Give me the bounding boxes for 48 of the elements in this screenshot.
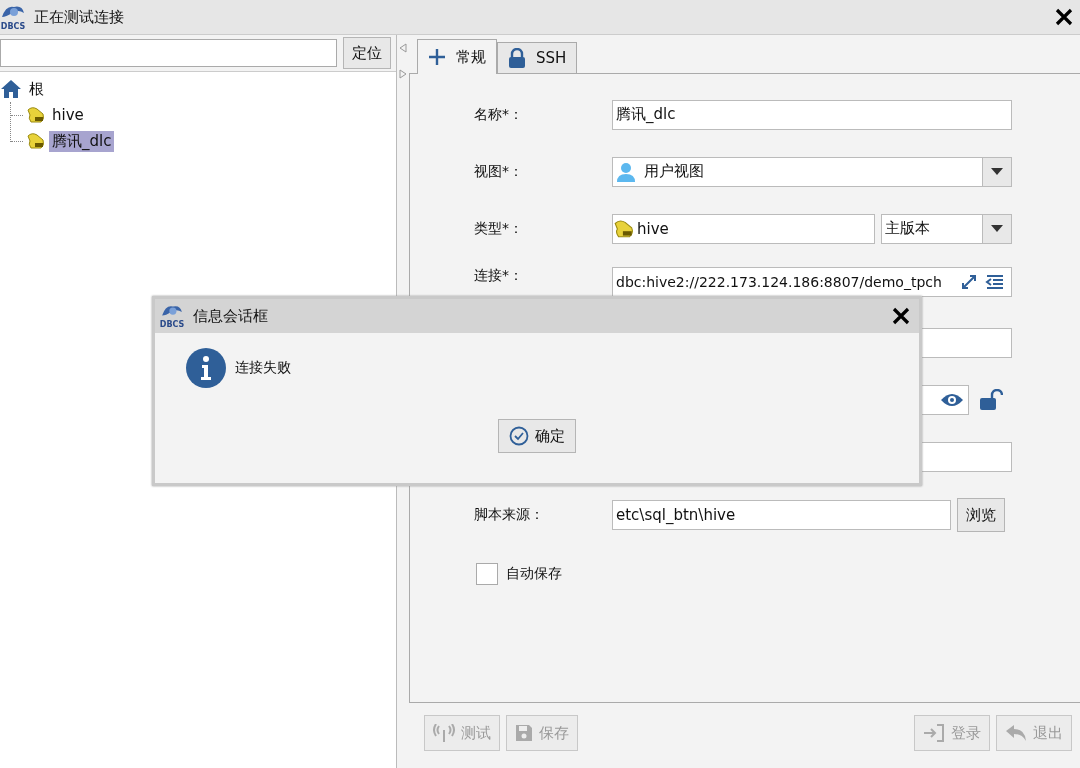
info-icon (185, 347, 227, 389)
dialog-message: 连接失败 (235, 359, 291, 377)
expand-icon[interactable] (961, 274, 977, 290)
floppy-icon (515, 724, 533, 742)
caret-icon (991, 225, 1003, 232)
unlock-icon[interactable] (979, 388, 1003, 411)
user-icon (616, 161, 636, 182)
list-icon[interactable] (985, 274, 1005, 290)
node-icon (26, 106, 46, 124)
caret-icon (991, 168, 1003, 175)
lock-icon (508, 48, 526, 68)
checkbox-label: 自动保存 (506, 564, 562, 583)
version-dropdown[interactable]: 主版本 (881, 213, 1012, 244)
eye-icon[interactable] (940, 391, 964, 408)
node-icon (26, 132, 46, 150)
plus-icon (428, 48, 446, 66)
script-path-field[interactable]: etc\sql_btn\hive (612, 500, 951, 530)
browse-button[interactable]: 浏览 (957, 498, 1005, 532)
field-label: 类型*： (474, 219, 524, 238)
window-title: 正在测试连接 (34, 7, 124, 27)
search-field[interactable] (0, 39, 337, 67)
back-arrow-icon (1005, 724, 1027, 742)
field-label: 脚本来源： (474, 506, 545, 524)
name-field[interactable]: 腾讯_dlc (612, 99, 1012, 130)
tree-item[interactable]: 根 (26, 78, 47, 100)
dialog-title: 信息会话框 (193, 306, 268, 326)
app-logo: DBCS (0, 3, 26, 31)
node-icon (613, 218, 635, 239)
type-field[interactable]: hive (612, 213, 875, 244)
field-label: 名称*： (474, 105, 524, 124)
ok-button[interactable]: 确定 (498, 419, 576, 453)
checkbox[interactable] (476, 562, 498, 585)
field-label: 连接*： (474, 267, 524, 285)
close-icon[interactable] (1054, 7, 1074, 27)
home-icon (0, 79, 22, 99)
tab[interactable]: SSH (497, 42, 578, 73)
tree-item[interactable]: hive (49, 105, 87, 125)
antenna-icon (433, 724, 455, 742)
connection-field[interactable]: dbc:hive2://222.173.124.186:8807/demo_tpch (612, 267, 1012, 297)
view-dropdown[interactable]: 用户视图 (612, 156, 1012, 187)
login-icon (923, 724, 945, 742)
field-label: 视图*： (474, 162, 524, 181)
locate-button[interactable]: 定位 (343, 37, 391, 69)
tab[interactable]: 常规 (417, 39, 497, 74)
tree-item[interactable]: 腾讯_dlc (49, 130, 115, 152)
check-circle-icon (509, 426, 529, 446)
app-logo: DBCS (159, 303, 185, 329)
close-icon[interactable] (891, 306, 911, 326)
